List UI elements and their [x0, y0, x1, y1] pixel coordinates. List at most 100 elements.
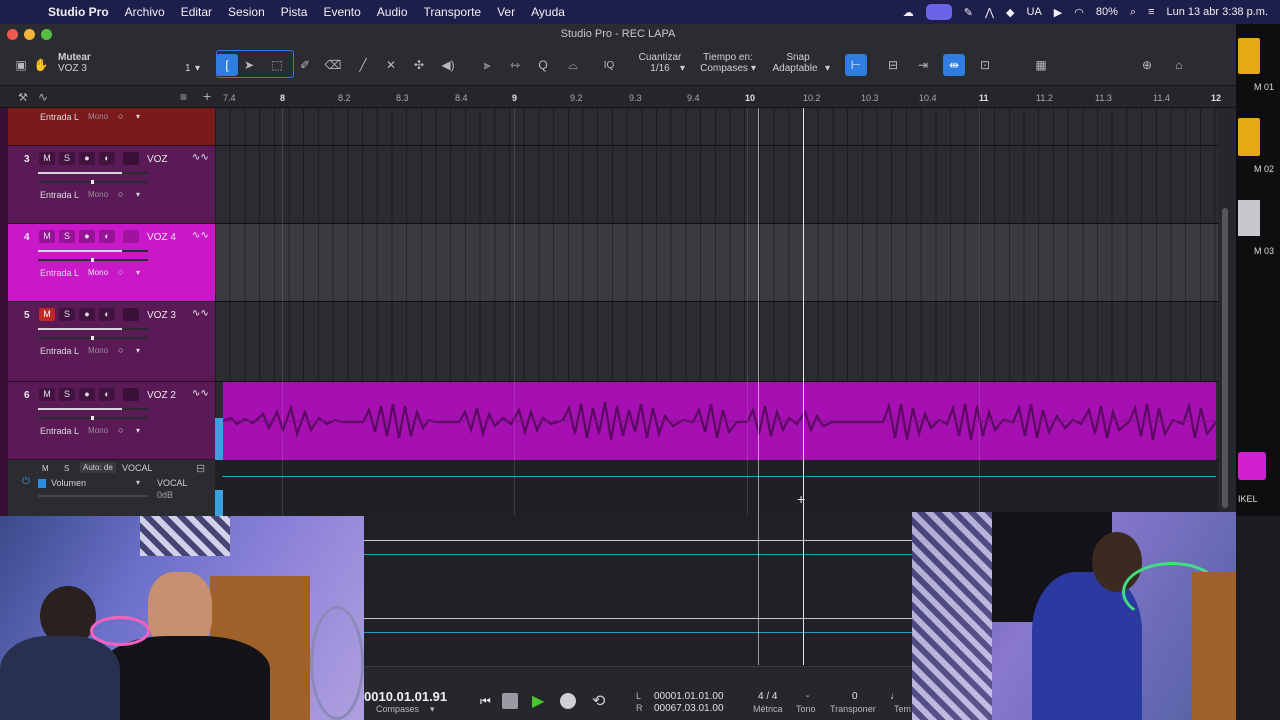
wrench-icon[interactable]: ⚒ [18, 91, 28, 104]
record-arm-icon[interactable]: ● [79, 308, 95, 321]
chevron-down-icon[interactable]: ▾ [136, 346, 140, 355]
automation-options-icon[interactable]: ⊟ [196, 462, 205, 475]
loop-start[interactable]: 00001.01.01.00 [654, 691, 724, 702]
mute-button[interactable]: M [39, 230, 55, 243]
automation-solo-button[interactable]: S [64, 464, 69, 473]
track-header[interactable]: 5 M S ● ◐ VOZ 3 ∿∿ Entrada L Mono ○ ▾ [8, 302, 215, 382]
paint-tool-icon[interactable]: ╱ [352, 54, 374, 76]
menu-app[interactable]: Studio Pro [40, 5, 117, 19]
menu-evento[interactable]: Evento [315, 5, 368, 19]
waveform-icon[interactable]: ∿∿ [192, 152, 209, 163]
track-name[interactable]: VOZ 2 [147, 390, 176, 401]
record-arm-icon[interactable]: ● [79, 230, 95, 243]
record-arm-icon[interactable]: ● [79, 152, 95, 165]
metronome-icon[interactable]: ♩ [890, 691, 900, 702]
record-arm-icon[interactable]: ● [79, 388, 95, 401]
automation-track-header[interactable]: M S Auto: de VOCAL ⊟ ⏻ Volumen ▾ VOCAL 0… [8, 460, 215, 516]
control-center-icon[interactable]: ≡ [1148, 6, 1154, 18]
clock[interactable]: Lun 13 abr 3:38 p.m. [1166, 6, 1268, 18]
automation-mode[interactable]: Auto: de [80, 462, 116, 473]
monitor-icon[interactable]: ○ [118, 345, 123, 355]
mute-tool-icon[interactable]: ✕ [380, 54, 402, 76]
monitor-icon[interactable]: ○ [118, 189, 123, 199]
mute-button[interactable]: M [39, 388, 55, 401]
battery-percent[interactable]: 80% [1096, 6, 1118, 18]
input-monitor-icon[interactable] [123, 308, 139, 321]
loop-marker-line[interactable] [758, 108, 759, 665]
pan-slider[interactable] [38, 336, 148, 340]
solo-button[interactable]: S [59, 152, 75, 165]
automation-curve-icon[interactable]: ∿ [38, 90, 48, 104]
home-icon[interactable]: ⌂ [1168, 54, 1190, 76]
input-monitor-icon[interactable] [123, 388, 139, 401]
hand-icon[interactable]: ✋ [30, 54, 52, 76]
menu-sesion[interactable]: Sesion [220, 5, 273, 19]
tool-icon[interactable]: ✎ [964, 6, 973, 19]
pan-slider[interactable] [38, 416, 148, 420]
zoom-window-button[interactable] [41, 29, 52, 40]
solo-button[interactable]: S [59, 388, 75, 401]
time-unit[interactable]: Compases [376, 704, 419, 714]
timebase-value[interactable]: Compases [696, 63, 752, 74]
track-header[interactable]: 3 M S ● ◐ VOZ ∿∿ Entrada L Mono ○ ▾ [8, 146, 215, 224]
solo-button[interactable]: S [59, 230, 75, 243]
automation-parameter[interactable]: Volumen [51, 478, 86, 488]
creative-cloud-icon[interactable]: ☁ [903, 6, 914, 19]
chevron-down-icon[interactable]: ▾ [136, 268, 140, 277]
loop-icon[interactable]: ⟲ [592, 691, 605, 711]
bracket-select-icon[interactable]: [ [216, 54, 238, 76]
chevron-down-icon[interactable]: ▾ [195, 63, 200, 74]
volume-fader[interactable] [38, 172, 148, 174]
input-source[interactable]: UA [1027, 6, 1042, 18]
audio-clip[interactable] [223, 382, 1216, 460]
list-icon[interactable]: ≡ [180, 90, 187, 104]
chevron-down-icon[interactable]: ▾ [136, 112, 140, 121]
track-lane[interactable] [215, 224, 1218, 302]
record-button[interactable] [560, 693, 576, 709]
timeline-ruler[interactable]: 7.4 8 8.2 8.3 8.4 9 9.2 9.3 9.4 10 10.2 … [215, 86, 1236, 108]
chevron-down-icon[interactable]: ▾ [680, 63, 685, 74]
monitor-speaker-icon[interactable]: ◐ [99, 152, 115, 165]
track-header[interactable]: 6 M S ● ◐ VOZ 2 ∿∿ Entrada L Mono ○ ▾ [8, 382, 215, 460]
iq-button[interactable]: IQ [598, 54, 620, 76]
monitor-icon[interactable]: ○ [118, 425, 123, 435]
input-monitor-icon[interactable] [123, 152, 139, 165]
waveform-icon[interactable]: ∿∿ [192, 388, 209, 399]
chevron-down-icon[interactable]: ▾ [136, 478, 140, 487]
menu-archivo[interactable]: Archivo [117, 5, 173, 19]
waveform-icon[interactable]: ∿∿ [192, 308, 209, 319]
automation-slider[interactable] [38, 495, 148, 497]
track-name[interactable]: VOZ 4 [147, 232, 176, 243]
chevron-down-icon[interactable]: ▾ [430, 704, 435, 715]
track-input-label[interactable]: Entrada L [40, 426, 79, 436]
shuffle-icon[interactable]: ⇿ [504, 54, 526, 76]
track-lane[interactable] [215, 302, 1218, 382]
track-name[interactable]: VOZ [147, 154, 168, 165]
close-window-button[interactable] [7, 29, 18, 40]
track-input-label[interactable]: Entrada L [40, 268, 79, 278]
search-icon[interactable]: ⌕ [1130, 6, 1136, 19]
menu-audio[interactable]: Audio [369, 5, 416, 19]
arrangement-lower-area[interactable] [364, 516, 912, 666]
solo-button[interactable]: S [59, 308, 75, 321]
audio-icon[interactable]: ⋀ [985, 6, 994, 19]
automation-lane[interactable] [215, 460, 1218, 516]
automation-mute-button[interactable]: M [42, 464, 49, 473]
pan-slider[interactable] [38, 258, 148, 262]
play-status-icon[interactable]: ▶ [1054, 6, 1062, 19]
screen-share-icon[interactable] [925, 4, 952, 20]
add-track-icon[interactable]: + [203, 88, 211, 104]
track-header[interactable]: Entrada L Mono ○ ▾ [8, 108, 215, 146]
transpose-value[interactable]: 0 [852, 691, 858, 702]
menu-editar[interactable]: Editar [173, 5, 220, 19]
mute-button-active[interactable]: M [39, 308, 55, 321]
bend-tool-icon[interactable]: ✣ [408, 54, 430, 76]
menu-ayuda[interactable]: Ayuda [523, 5, 573, 19]
chevron-down-icon[interactable]: ▾ [751, 63, 756, 74]
split-tool-icon[interactable]: ✐ [294, 54, 316, 76]
volume-fader[interactable] [38, 250, 148, 252]
key-value[interactable]: - [806, 691, 809, 702]
monitor-speaker-icon[interactable]: ◐ [99, 308, 115, 321]
quantize-value[interactable]: 1/16 [640, 63, 680, 74]
track-lane[interactable] [215, 146, 1218, 224]
